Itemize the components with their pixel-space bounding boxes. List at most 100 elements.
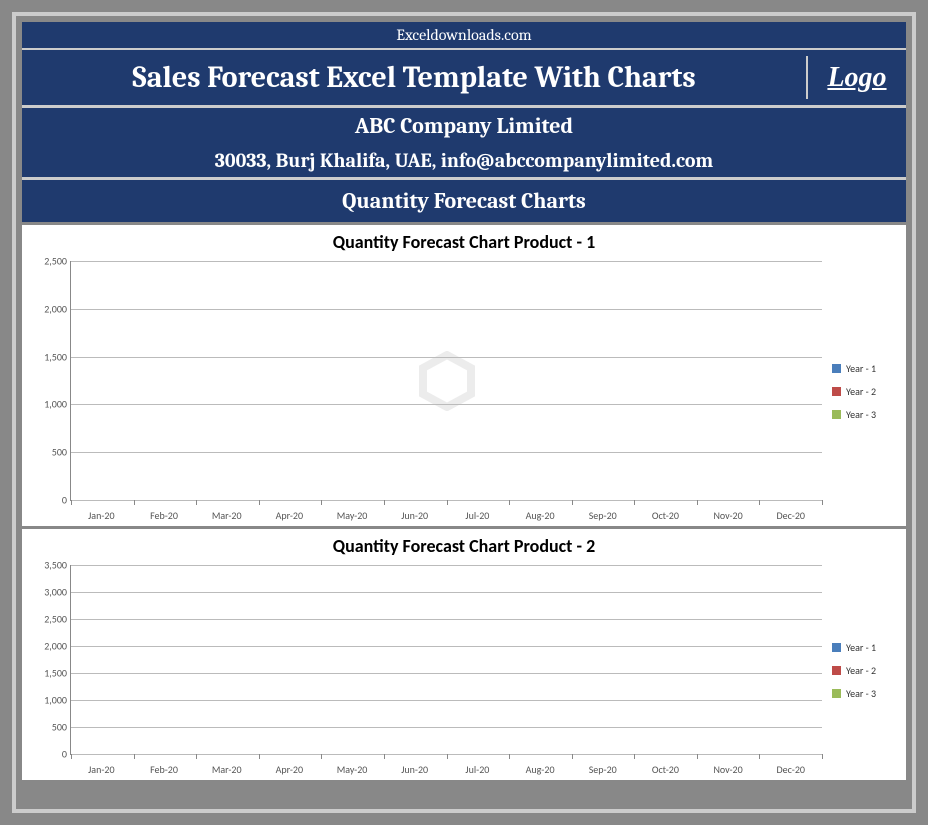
page-title: Sales Forecast Excel Template With Chart… xyxy=(22,56,806,99)
chart-product-1: Quantity Forecast Chart Product - 1 0500… xyxy=(22,225,906,526)
y-tick-label: 2,000 xyxy=(27,640,67,653)
legend-item: Year - 3 xyxy=(832,408,902,421)
x-tick-label: Jun-20 xyxy=(383,509,446,522)
page-frame: Exceldownloads.com Sales Forecast Excel … xyxy=(12,12,916,813)
x-tick-label: May-20 xyxy=(321,509,384,522)
x-tick xyxy=(71,500,72,505)
x-tick xyxy=(71,754,72,759)
x-tick-label: Jan-20 xyxy=(70,509,133,522)
x-tick xyxy=(196,500,197,505)
x-tick xyxy=(822,754,823,759)
legend-label: Year - 1 xyxy=(846,641,876,654)
legend-item: Year - 2 xyxy=(832,664,902,677)
y-tick-label: 500 xyxy=(27,446,67,459)
x-tick xyxy=(384,754,385,759)
swatch-icon xyxy=(832,666,841,675)
x-tick-label: Dec-20 xyxy=(759,763,822,776)
chart-title: Quantity Forecast Chart Product - 1 xyxy=(26,231,902,253)
x-tick xyxy=(134,754,135,759)
y-tick-label: 2,500 xyxy=(27,255,67,268)
legend-item: Year - 1 xyxy=(832,641,902,654)
site-bar: Exceldownloads.com xyxy=(22,22,906,50)
site-name: Exceldownloads.com xyxy=(396,26,531,44)
legend-item: Year - 1 xyxy=(832,362,902,375)
x-tick xyxy=(572,500,573,505)
legend-label: Year - 1 xyxy=(846,362,876,375)
x-tick-label: Apr-20 xyxy=(258,763,321,776)
x-tick xyxy=(634,500,635,505)
swatch-icon xyxy=(832,689,841,698)
y-tick-label: 2,500 xyxy=(27,613,67,626)
x-axis: Jan-20Feb-20Mar-20Apr-20May-20Jun-20Jul-… xyxy=(70,763,822,776)
x-tick xyxy=(759,754,760,759)
legend-item: Year - 2 xyxy=(832,385,902,398)
x-tick xyxy=(321,754,322,759)
legend: Year - 1 Year - 2 Year - 3 xyxy=(822,565,902,776)
x-tick xyxy=(822,500,823,505)
x-tick xyxy=(509,754,510,759)
chart-product-2: Quantity Forecast Chart Product - 2 0500… xyxy=(22,529,906,780)
y-tick-label: 3,000 xyxy=(27,586,67,599)
x-tick xyxy=(509,500,510,505)
x-tick xyxy=(259,754,260,759)
x-tick-label: Nov-20 xyxy=(697,509,760,522)
x-tick-label: Jul-20 xyxy=(446,509,509,522)
x-tick xyxy=(572,754,573,759)
x-tick-label: Aug-20 xyxy=(509,509,572,522)
bars-row xyxy=(71,261,822,500)
company-address: 30033, Burj Khalifa, UAE, info@abccompan… xyxy=(22,144,906,177)
x-tick xyxy=(759,500,760,505)
x-tick-label: May-20 xyxy=(321,763,384,776)
legend-label: Year - 2 xyxy=(846,664,876,677)
swatch-icon xyxy=(832,387,841,396)
y-tick-label: 500 xyxy=(27,721,67,734)
x-tick xyxy=(697,754,698,759)
logo: Logo xyxy=(806,56,906,99)
x-tick xyxy=(447,754,448,759)
legend-label: Year - 3 xyxy=(846,687,876,700)
y-tick-label: 1,500 xyxy=(27,350,67,363)
x-tick xyxy=(321,500,322,505)
x-tick xyxy=(634,754,635,759)
x-axis: Jan-20Feb-20Mar-20Apr-20May-20Jun-20Jul-… xyxy=(70,509,822,522)
y-tick-label: 3,500 xyxy=(27,559,67,572)
x-tick-label: Nov-20 xyxy=(697,763,760,776)
x-tick-label: Sep-20 xyxy=(571,763,634,776)
bars-row xyxy=(71,565,822,754)
x-tick-label: Feb-20 xyxy=(133,763,196,776)
x-tick xyxy=(259,500,260,505)
y-tick-label: 0 xyxy=(27,494,67,507)
x-tick-label: Dec-20 xyxy=(759,509,822,522)
legend: Year - 1 Year - 2 Year - 3 xyxy=(822,261,902,522)
title-bar: Sales Forecast Excel Template With Chart… xyxy=(22,50,906,105)
y-tick-label: 0 xyxy=(27,748,67,761)
swatch-icon xyxy=(832,643,841,652)
swatch-icon xyxy=(832,364,841,373)
x-tick xyxy=(196,754,197,759)
legend-label: Year - 3 xyxy=(846,408,876,421)
x-tick-label: Jan-20 xyxy=(70,763,133,776)
section-heading: Quantity Forecast Charts xyxy=(22,180,906,222)
plot-area: 05001,0001,5002,0002,500 xyxy=(70,261,822,501)
x-tick xyxy=(447,500,448,505)
y-tick-label: 1,500 xyxy=(27,667,67,680)
plot-area: 05001,0001,5002,0002,5003,0003,500 xyxy=(70,565,822,755)
x-tick-label: Apr-20 xyxy=(258,509,321,522)
y-tick-label: 1,000 xyxy=(27,694,67,707)
company-name: ABC Company Limited xyxy=(22,108,906,144)
x-tick-label: Jul-20 xyxy=(446,763,509,776)
y-tick-label: 2,000 xyxy=(27,302,67,315)
x-tick xyxy=(697,500,698,505)
x-tick-label: Mar-20 xyxy=(195,509,258,522)
x-tick xyxy=(134,500,135,505)
legend-label: Year - 2 xyxy=(846,385,876,398)
x-tick-label: Mar-20 xyxy=(195,763,258,776)
chart-title: Quantity Forecast Chart Product - 2 xyxy=(26,535,902,557)
x-tick-label: Aug-20 xyxy=(509,763,572,776)
x-tick-label: Oct-20 xyxy=(634,509,697,522)
y-tick-label: 1,000 xyxy=(27,398,67,411)
x-tick xyxy=(384,500,385,505)
legend-item: Year - 3 xyxy=(832,687,902,700)
x-tick-label: Feb-20 xyxy=(133,509,196,522)
x-tick-label: Jun-20 xyxy=(383,763,446,776)
